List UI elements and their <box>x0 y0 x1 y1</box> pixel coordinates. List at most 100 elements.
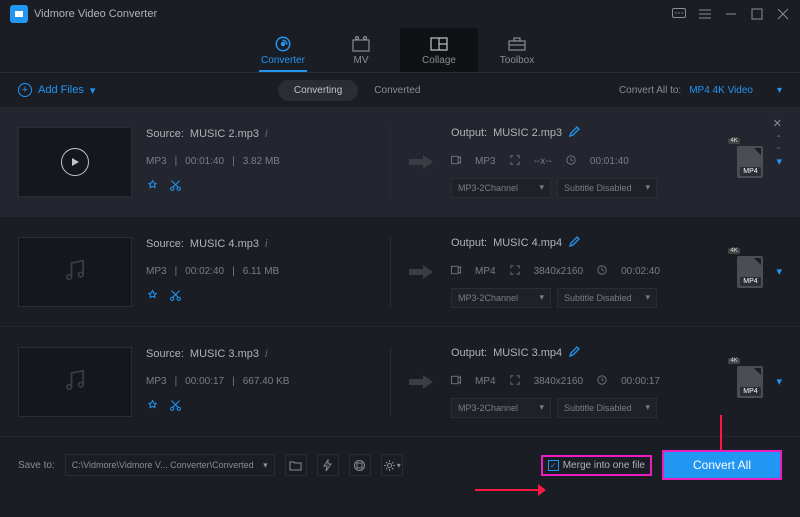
out-res: 3840x2160 <box>534 376 584 387</box>
tab-collage[interactable]: Collage <box>400 28 478 72</box>
src-size: 667.40 KB <box>243 376 290 387</box>
output-preset[interactable]: 4K MP4 <box>732 144 768 180</box>
thumbnail[interactable] <box>18 237 132 307</box>
info-icon[interactable]: i <box>265 238 267 250</box>
save-to-label: Save to: <box>18 460 55 471</box>
open-folder-button[interactable] <box>285 454 307 476</box>
output-preset[interactable]: 4K MP4 <box>732 364 768 400</box>
play-icon <box>61 148 89 176</box>
move-down-icon[interactable]: ⌄ <box>775 143 782 151</box>
output-preset[interactable]: 4K MP4 <box>732 254 768 290</box>
output-name: MUSIC 2.mp3 <box>493 127 562 139</box>
file-row[interactable]: Source:MUSIC 3.mp3i MP3|00:00:17|667.40 … <box>0 327 800 437</box>
source-label: Source: <box>146 238 184 250</box>
video-icon <box>451 375 461 388</box>
rename-icon[interactable] <box>568 236 580 251</box>
audio-channel-select[interactable]: MP3-2Channel▾ <box>451 398 551 418</box>
output-label: Output: <box>451 347 487 359</box>
remove-icon[interactable]: ✕ <box>773 117 782 130</box>
merge-checkbox[interactable]: ✓ Merge into one file <box>541 455 652 476</box>
annotation-arrow <box>475 489 540 491</box>
minimize-icon[interactable] <box>724 7 738 21</box>
info-icon[interactable]: i <box>265 128 267 140</box>
clock-icon <box>597 265 607 278</box>
out-duration: 00:02:40 <box>621 266 660 277</box>
settings-button[interactable]: ▾ <box>381 454 403 476</box>
subtitle-select[interactable]: Subtitle Disabled▾ <box>557 288 657 308</box>
menu-icon[interactable] <box>698 7 712 21</box>
source-label: Source: <box>146 128 184 140</box>
subtitle-select[interactable]: Subtitle Disabled▾ <box>557 178 657 198</box>
music-icon <box>61 256 89 287</box>
source-name: MUSIC 2.mp3 <box>190 128 259 140</box>
info-icon[interactable]: i <box>265 348 267 360</box>
task-schedule-button[interactable] <box>349 454 371 476</box>
file-row[interactable]: Source:MUSIC 4.mp3i MP3|00:02:40|6.11 MB… <box>0 217 800 327</box>
thumbnail[interactable] <box>18 127 132 197</box>
app-logo <box>10 5 28 23</box>
effects-icon[interactable] <box>146 399 159 415</box>
maximize-icon[interactable] <box>750 7 764 21</box>
out-format: MP3 <box>475 156 496 167</box>
effects-icon[interactable] <box>146 289 159 305</box>
thumbnail[interactable] <box>18 347 132 417</box>
video-icon <box>451 265 461 278</box>
app-title: Vidmore Video Converter <box>34 8 157 20</box>
cut-icon[interactable] <box>169 179 182 195</box>
resolution-icon <box>510 375 520 388</box>
seg-converting[interactable]: Converting <box>278 80 358 101</box>
seg-converted[interactable]: Converted <box>358 80 436 101</box>
subtitle-select[interactable]: Subtitle Disabled▾ <box>557 398 657 418</box>
convert-all-button[interactable]: Convert All <box>662 450 782 480</box>
src-duration: 00:02:40 <box>185 266 224 277</box>
subbar: + Add Files ▾ Converting Converted Conve… <box>0 73 800 107</box>
plus-icon: + <box>18 83 32 97</box>
cut-icon[interactable] <box>169 399 182 415</box>
out-res: --x-- <box>534 156 552 167</box>
rename-icon[interactable] <box>568 346 580 361</box>
src-format: MP3 <box>146 376 167 387</box>
music-icon <box>61 366 89 397</box>
chevron-down-icon: ▾ <box>645 182 650 193</box>
audio-channel-select[interactable]: MP3-2Channel▾ <box>451 178 551 198</box>
chevron-down-icon: ▾ <box>777 85 782 96</box>
mv-icon <box>352 35 370 53</box>
chevron-down-icon[interactable]: ▾ <box>776 155 782 168</box>
clock-icon <box>566 155 576 168</box>
convert-all-to-label: Convert All to: <box>619 85 681 96</box>
feedback-icon[interactable] <box>672 7 686 21</box>
audio-channel-select[interactable]: MP3-2Channel▾ <box>451 288 551 308</box>
tab-converter[interactable]: Converter <box>244 28 322 72</box>
rename-icon[interactable] <box>568 126 580 141</box>
hardware-accel-button[interactable] <box>317 454 339 476</box>
output-label: Output: <box>451 237 487 249</box>
preset-selector[interactable]: MP4 4K Video ▾ <box>689 85 782 96</box>
chevron-down-icon: ▾ <box>539 182 544 193</box>
arrow-icon <box>405 264 437 280</box>
add-files-button[interactable]: + Add Files ▾ <box>18 83 95 97</box>
output-label: Output: <box>451 127 487 139</box>
chevron-down-icon: ▾ <box>263 460 268 471</box>
save-path-select[interactable]: C:\Vidmore\Vidmore V... Converter\Conver… <box>65 454 275 476</box>
checkbox-checked-icon: ✓ <box>548 460 559 471</box>
close-icon[interactable] <box>776 7 790 21</box>
source-label: Source: <box>146 348 184 360</box>
effects-icon[interactable] <box>146 179 159 195</box>
tab-mv[interactable]: MV <box>322 28 400 72</box>
footer: Save to: C:\Vidmore\Vidmore V... Convert… <box>0 442 800 488</box>
collage-icon <box>430 35 448 53</box>
chevron-down-icon[interactable]: ▾ <box>776 375 782 388</box>
chevron-down-icon: ▾ <box>645 402 650 413</box>
segment-toggle: Converting Converted <box>278 80 437 101</box>
toolbox-icon <box>508 35 526 53</box>
chevron-down-icon[interactable]: ▾ <box>776 265 782 278</box>
cut-icon[interactable] <box>169 289 182 305</box>
out-res: 3840x2160 <box>534 266 584 277</box>
out-duration: 00:00:17 <box>621 376 660 387</box>
file-row[interactable]: Source:MUSIC 2.mp3i MP3|00:01:40|3.82 MB… <box>0 107 800 217</box>
out-duration: 00:01:40 <box>590 156 629 167</box>
src-format: MP3 <box>146 156 167 167</box>
tab-toolbox[interactable]: Toolbox <box>478 28 556 72</box>
src-size: 6.11 MB <box>243 266 280 277</box>
chevron-down-icon: ▾ <box>539 402 544 413</box>
